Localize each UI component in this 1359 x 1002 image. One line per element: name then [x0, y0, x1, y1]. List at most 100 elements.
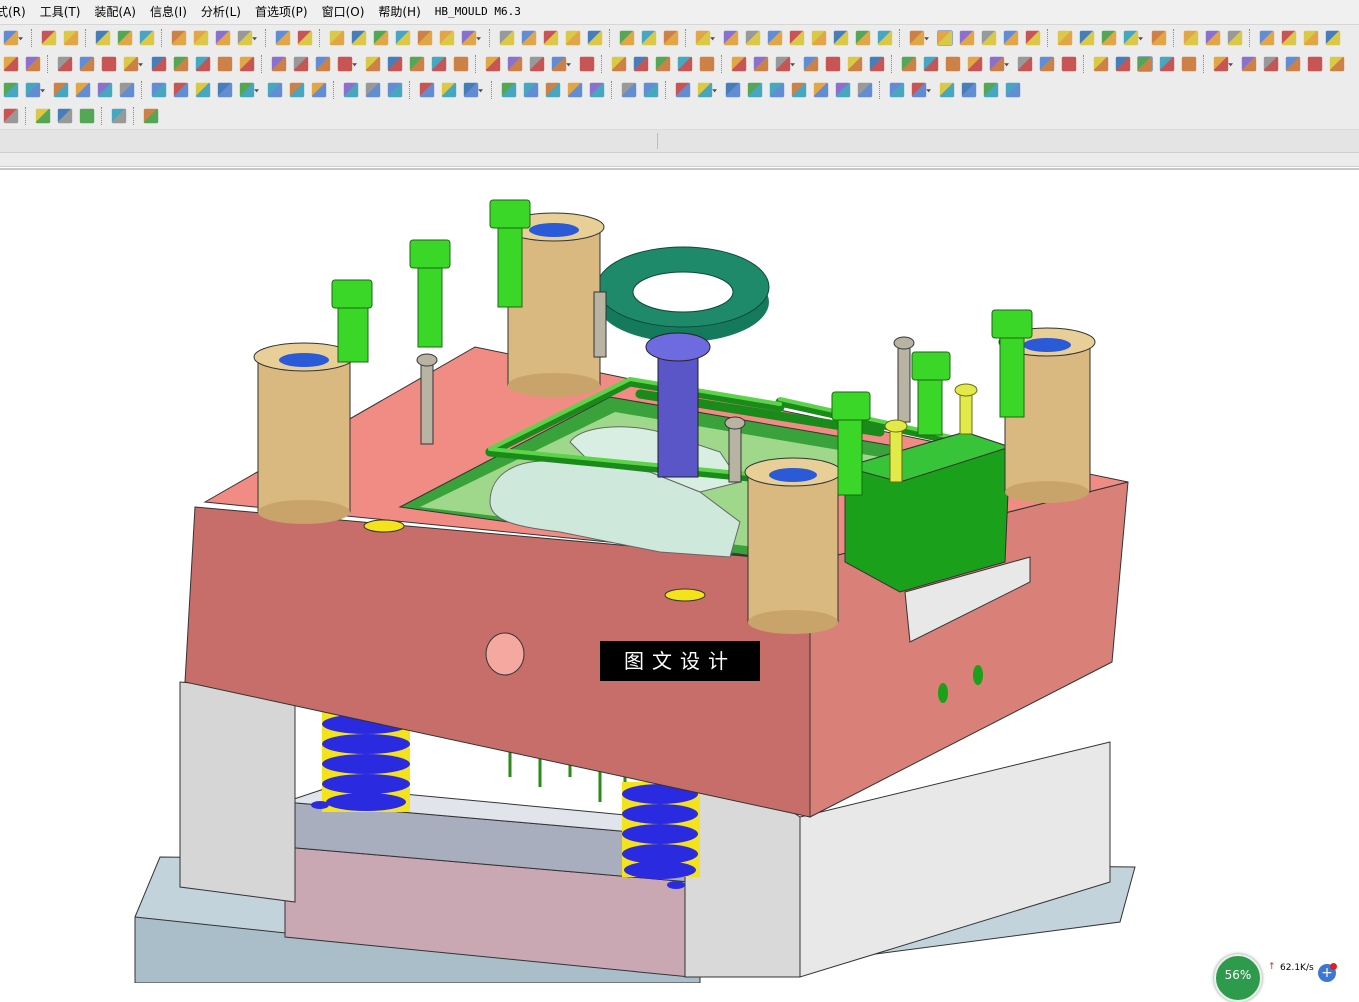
toolbar-tool-icon[interactable]	[825, 56, 841, 72]
toolbar-tool-icon[interactable]	[939, 82, 955, 98]
toolbar-tool-icon[interactable]	[343, 82, 359, 98]
toolbar-tool-icon[interactable]	[373, 30, 389, 46]
toolbar-tool-icon[interactable]	[959, 30, 975, 46]
toolbar-tool-icon[interactable]	[151, 82, 167, 98]
toolbar-tool-icon[interactable]	[195, 82, 211, 98]
toolbar-tool-icon[interactable]	[75, 82, 91, 98]
toolbar-tool-icon[interactable]	[723, 30, 739, 46]
toolbar-tool-icon[interactable]	[387, 56, 403, 72]
toolbar-tool-icon[interactable]	[239, 82, 259, 98]
toolbar-tool-icon[interactable]	[889, 82, 905, 98]
toolbar-tool-icon[interactable]	[1123, 30, 1144, 46]
toolbar-tool-icon[interactable]	[25, 82, 46, 98]
toolbar-tool-icon[interactable]	[967, 56, 983, 72]
toolbar-tool-icon[interactable]	[217, 56, 233, 72]
toolbar-tool-icon[interactable]	[833, 30, 849, 46]
toolbar-tool-icon[interactable]	[1057, 30, 1073, 46]
toolbar-tool-icon[interactable]	[791, 82, 807, 98]
toolbar-tool-icon[interactable]	[869, 56, 885, 72]
toolbar-tool-icon[interactable]	[111, 108, 127, 124]
toolbar-tool-icon[interactable]	[589, 82, 605, 98]
toolbar-tool-icon[interactable]	[119, 82, 135, 98]
mould-model-3d[interactable]	[0, 170, 1359, 983]
toolbar-tool-icon[interactable]	[193, 30, 209, 46]
toolbar-tool-icon[interactable]	[857, 82, 873, 98]
network-monitor-widget[interactable]: 56% ↑ 62.1K/s +	[1210, 952, 1359, 1002]
toolbar-tool-icon[interactable]	[855, 30, 871, 46]
toolbar-tool-icon[interactable]	[745, 30, 761, 46]
menu-assembly[interactable]: 装配(A)	[87, 0, 143, 24]
toolbar-tool-icon[interactable]	[877, 30, 893, 46]
menu-format[interactable]: 式(R)	[0, 0, 33, 24]
toolbar-tool-icon[interactable]	[315, 56, 331, 72]
toolbar-tool-icon[interactable]	[909, 30, 930, 46]
toolbar-tool-icon[interactable]	[1281, 30, 1297, 46]
toolbar-tool-icon[interactable]	[911, 82, 932, 98]
toolbar-tool-icon[interactable]	[775, 56, 796, 72]
toolbar-tool-icon[interactable]	[173, 82, 189, 98]
toolbar-tool-icon[interactable]	[1241, 56, 1257, 72]
toolbar-tool-icon[interactable]	[439, 30, 455, 46]
toolbar-tool-icon[interactable]	[1285, 56, 1301, 72]
toolbar-tool-icon[interactable]	[803, 56, 819, 72]
toolbar-tool-icon[interactable]	[151, 56, 167, 72]
toolbar-tool-icon[interactable]	[725, 82, 741, 98]
toolbar-tool-icon[interactable]	[619, 30, 635, 46]
toolbar-tool-icon[interactable]	[117, 30, 133, 46]
toolbar-tool-icon[interactable]	[521, 30, 537, 46]
memory-percent-badge[interactable]: 56%	[1214, 954, 1262, 1002]
toolbar-tool-icon[interactable]	[901, 56, 917, 72]
toolbar-tool-icon[interactable]	[677, 56, 693, 72]
toolbar-tool-icon[interactable]	[1017, 56, 1033, 72]
toolbar-tool-icon[interactable]	[57, 56, 73, 72]
toolbar-tool-icon[interactable]	[171, 30, 187, 46]
toolbar-tool-icon[interactable]	[1151, 30, 1167, 46]
toolbar-tool-icon[interactable]	[1115, 56, 1131, 72]
toolbar-tool-icon[interactable]	[351, 30, 367, 46]
toolbar-tool-icon[interactable]	[767, 30, 783, 46]
toolbar-tool-icon[interactable]	[97, 82, 113, 98]
toolbar-tool-icon[interactable]	[1003, 30, 1019, 46]
toolbar-tool-icon[interactable]	[79, 108, 95, 124]
toolbar-tool-icon[interactable]	[936, 29, 954, 47]
toolbar-tool-icon[interactable]	[633, 56, 649, 72]
toolbar-tool-icon[interactable]	[697, 82, 718, 98]
toolbar-tool-icon[interactable]	[409, 56, 425, 72]
graphics-viewport[interactable]: 图文设计	[0, 168, 1359, 983]
toolbar-tool-icon[interactable]	[1101, 30, 1117, 46]
toolbar-tool-icon[interactable]	[461, 30, 481, 46]
toolbar-tool-icon[interactable]	[747, 82, 763, 98]
toolbar-tool-icon[interactable]	[753, 56, 769, 72]
toolbar-tool-icon[interactable]	[239, 56, 255, 72]
toolbar-tool-icon[interactable]	[655, 56, 671, 72]
toolbar-tool-icon[interactable]	[485, 56, 501, 72]
toolbar-tool-icon[interactable]	[543, 30, 559, 46]
toolbar-tool-icon[interactable]	[215, 30, 231, 46]
toolbar-tool-icon[interactable]	[63, 30, 79, 46]
toolbar-tool-icon[interactable]	[1137, 55, 1154, 72]
toolbar-tool-icon[interactable]	[123, 56, 143, 72]
toolbar-tool-icon[interactable]	[275, 30, 291, 46]
toolbar-tool-icon[interactable]	[1227, 30, 1243, 46]
toolbar-tool-icon[interactable]	[387, 82, 403, 98]
toolbar-tool-icon[interactable]	[507, 56, 523, 72]
toolbar-tool-icon[interactable]	[101, 56, 117, 72]
menu-tools[interactable]: 工具(T)	[33, 0, 88, 24]
toolbar-tool-icon[interactable]	[3, 82, 19, 98]
toolbar-tool-icon[interactable]	[945, 56, 961, 72]
toolbar-tool-icon[interactable]	[611, 56, 627, 72]
toolbar-tool-icon[interactable]	[293, 56, 309, 72]
toolbar-tool-icon[interactable]	[1329, 56, 1345, 72]
toolbar-tool-icon[interactable]	[983, 82, 999, 98]
toolbar-tool-icon[interactable]	[989, 56, 1010, 72]
menu-analysis[interactable]: 分析(L)	[194, 0, 248, 24]
toolbar-tool-icon[interactable]	[1181, 56, 1197, 72]
toolbar-tool-icon[interactable]	[1061, 56, 1077, 72]
toolbar-tool-icon[interactable]	[499, 30, 515, 46]
toolbar-tool-icon[interactable]	[53, 82, 69, 98]
toolbar-tool-icon[interactable]	[3, 56, 19, 72]
toolbar-tool-icon[interactable]	[41, 30, 57, 46]
toolbar-tool-icon[interactable]	[237, 30, 257, 46]
toolbar-tool-icon[interactable]	[419, 82, 435, 98]
toolbar-tool-icon[interactable]	[675, 82, 691, 98]
